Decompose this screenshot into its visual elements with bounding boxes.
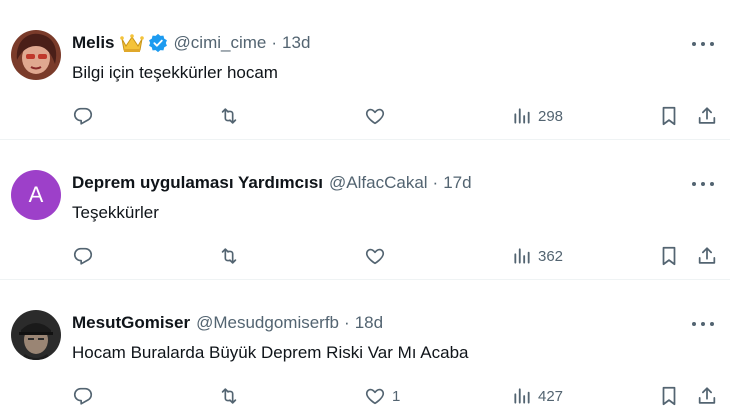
avatar[interactable] — [11, 30, 61, 80]
retweet-button[interactable] — [217, 104, 241, 128]
action-bar: 1 427 — [0, 384, 730, 408]
avatar[interactable] — [11, 310, 61, 360]
more-icon[interactable] — [692, 36, 714, 52]
views-button[interactable]: 427 — [512, 384, 563, 408]
user-handle[interactable]: @AlfacCakal — [329, 173, 428, 193]
avatar[interactable]: A — [11, 170, 61, 220]
tweet-header: Deprem uygulaması Yardımcısı @AlfacCakal… — [72, 173, 472, 193]
views-icon — [512, 386, 532, 406]
retweet-icon — [217, 105, 241, 127]
display-name[interactable]: MesutGomiser — [72, 313, 190, 333]
share-button[interactable] — [696, 104, 718, 128]
retweet-icon — [217, 385, 241, 407]
reply-button[interactable] — [72, 384, 94, 408]
action-bar: 362 — [0, 244, 730, 268]
views-icon — [512, 246, 532, 266]
timestamp[interactable]: 13d — [282, 33, 310, 53]
tweet[interactable]: A Deprem uygulaması Yardımcısı @AlfacCak… — [0, 140, 730, 280]
display-name[interactable]: Deprem uygulaması Yardımcısı — [72, 173, 323, 193]
avatar-letter: A — [28, 182, 44, 207]
views-icon — [512, 106, 532, 126]
share-button[interactable] — [696, 244, 718, 268]
tweet-text: Bilgi için teşekkürler hocam — [72, 63, 278, 82]
tweet-text: Hocam Buralarda Büyük Deprem Riski Var M… — [72, 343, 469, 362]
like-button[interactable]: 1 — [364, 384, 400, 408]
like-button[interactable] — [364, 244, 392, 268]
view-count: 298 — [538, 107, 564, 125]
tweet-header: MesutGomiser @Mesudgomiserfb · 18d — [72, 313, 383, 333]
share-icon — [696, 385, 718, 407]
tweet[interactable]: Melis @cimi_cime · 13d Bilgi için teşekk… — [0, 0, 730, 140]
bookmark-icon — [659, 245, 679, 267]
retweet-button[interactable] — [217, 244, 241, 268]
separator-dot: · — [271, 33, 278, 52]
share-button[interactable] — [696, 384, 718, 408]
reply-icon — [72, 245, 94, 267]
bookmark-icon — [659, 385, 679, 407]
like-icon — [364, 385, 386, 407]
retweet-icon — [217, 245, 241, 267]
reply-icon — [72, 105, 94, 127]
like-button[interactable] — [364, 104, 392, 128]
tweet-header: Melis @cimi_cime · 13d — [72, 33, 310, 53]
like-icon — [364, 105, 386, 127]
separator-dot: · — [344, 313, 350, 332]
action-bar: 298 — [0, 104, 730, 128]
tweet[interactable]: MesutGomiser @Mesudgomiserfb · 18d Hocam… — [0, 280, 730, 420]
view-count: 427 — [538, 387, 564, 405]
timestamp[interactable]: 17d — [443, 173, 471, 193]
view-count: 362 — [538, 247, 564, 265]
like-icon — [364, 245, 386, 267]
views-button[interactable]: 298 — [512, 104, 563, 128]
tweet-text: Teşekkürler — [72, 203, 159, 222]
share-icon — [696, 245, 718, 267]
reply-button[interactable] — [72, 104, 94, 128]
retweet-button[interactable] — [217, 384, 241, 408]
bookmark-button[interactable] — [659, 384, 679, 408]
share-icon — [696, 105, 718, 127]
more-icon[interactable] — [692, 176, 714, 192]
reply-button[interactable] — [72, 244, 94, 268]
verified-badge-icon[interactable] — [148, 33, 168, 53]
crown-emoji-icon — [119, 33, 144, 53]
reply-icon — [72, 385, 94, 407]
more-icon[interactable] — [692, 316, 714, 332]
separator-dot: · — [432, 173, 439, 192]
user-handle[interactable]: @Mesudgomiserfb — [196, 313, 339, 333]
timestamp[interactable]: 18d — [355, 313, 383, 333]
views-button[interactable]: 362 — [512, 244, 563, 268]
bookmark-icon — [659, 105, 679, 127]
like-count: 1 — [392, 387, 401, 405]
bookmark-button[interactable] — [659, 244, 679, 268]
display-name[interactable]: Melis — [72, 33, 115, 53]
bookmark-button[interactable] — [659, 104, 679, 128]
user-handle[interactable]: @cimi_cime — [174, 33, 267, 53]
